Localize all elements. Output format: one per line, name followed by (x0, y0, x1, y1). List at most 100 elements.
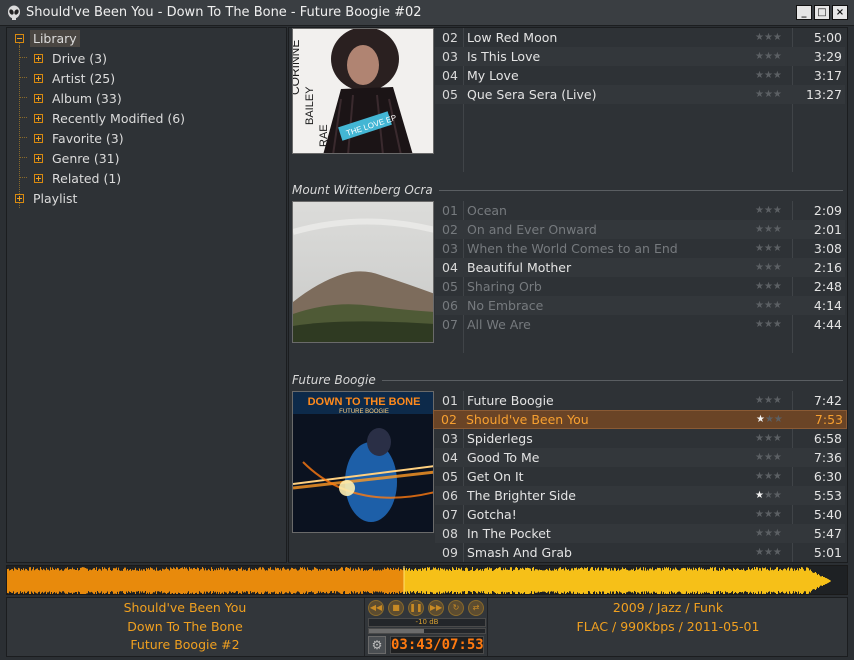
track-title: Future Boogie (467, 393, 554, 408)
rating-stars[interactable]: ★★★ (755, 509, 793, 520)
maximize-button[interactable]: □ (814, 5, 830, 20)
group-title: Mount Wittenberg Ocra (292, 183, 433, 197)
expand-icon[interactable] (34, 53, 43, 63)
tree-node-playlist[interactable]: Playlist (15, 189, 80, 207)
expand-icon[interactable] (34, 113, 43, 123)
cover-text-future-boogie: FUTURE BOOGIE (339, 409, 389, 415)
tree-label-album[interactable]: Album (33) (49, 90, 125, 107)
repeat-icon[interactable]: ↻ (448, 600, 464, 616)
rating-stars[interactable]: ★★★ (755, 224, 793, 235)
track-row[interactable]: 05 Que Sera Sera (Live) ★★★ 13:27 (435, 85, 845, 104)
shuffle-icon[interactable]: ⇄ (468, 600, 484, 616)
album-cover-mount-wittenberg[interactable] (292, 201, 434, 343)
track-number: 05 (442, 469, 458, 484)
tree-label-recently-modified[interactable]: Recently Modified (6) (49, 110, 188, 127)
tree-label-genre[interactable]: Genre (31) (49, 150, 123, 167)
tree-node-favorite[interactable]: Favorite (3) (34, 129, 127, 147)
track-duration: 5:40 (813, 507, 842, 522)
next-icon[interactable]: ▶▶ (428, 600, 444, 616)
expand-icon[interactable] (34, 153, 43, 163)
track-row[interactable]: 04 My Love ★★★ 3:17 (435, 66, 845, 85)
rating-stars[interactable]: ★★★ (755, 205, 793, 216)
volume-slider[interactable]: -10 dB (368, 618, 486, 627)
track-row[interactable]: 05 Get On It ★★★ 6:30 (435, 467, 845, 486)
rating-stars[interactable]: ★★★ (755, 433, 793, 444)
expand-icon[interactable] (34, 133, 43, 143)
seek-slider[interactable] (368, 628, 486, 634)
track-row[interactable]: 05 Sharing Orb ★★★ 2:48 (435, 277, 845, 296)
tree-node-genre[interactable]: Genre (31) (34, 149, 123, 167)
expand-icon[interactable] (34, 173, 43, 183)
album-list-panel[interactable]: CORINNE BAILEY RAE THE LOVE EP 02 Low Re… (288, 27, 848, 563)
rating-stars[interactable]: ★★★ (755, 281, 793, 292)
rating-stars[interactable]: ★★★ (755, 70, 793, 81)
now-playing-artist: Down To The Bone (127, 618, 243, 634)
expand-icon[interactable] (15, 193, 24, 203)
track-number: 05 (442, 279, 458, 294)
expand-icon[interactable] (34, 73, 43, 83)
rating-stars[interactable]: ★★★ (755, 471, 793, 482)
previous-icon[interactable]: ◀◀ (368, 600, 384, 616)
expand-icon[interactable] (34, 93, 43, 103)
pause-icon[interactable]: ❚❚ (408, 600, 424, 616)
collapse-icon[interactable] (15, 33, 24, 43)
waveform-seekbar[interactable] (6, 565, 848, 595)
rating-stars[interactable]: ★★★ (755, 319, 793, 330)
rating-stars[interactable]: ★★★ (755, 89, 793, 100)
close-button[interactable]: × (832, 5, 848, 20)
tree-node-library[interactable]: Library (15, 29, 80, 47)
tree-label-playlist[interactable]: Playlist (30, 190, 80, 207)
track-row[interactable]: 04 Good To Me ★★★ 7:36 (435, 448, 845, 467)
group-header-future-boogie: Future Boogie (292, 371, 843, 389)
tree-label-library[interactable]: Library (30, 29, 80, 47)
rating-stars[interactable]: ★★★ (755, 300, 793, 311)
tree-label-favorite[interactable]: Favorite (3) (49, 130, 127, 147)
rating-stars[interactable]: ★★★ (755, 395, 793, 406)
track-row[interactable]: 07 Gotcha! ★★★ 5:40 (435, 505, 845, 524)
track-row-now-playing[interactable]: 02 Should've Been You ★★★ 7:53 (433, 410, 847, 429)
tree-node-recently-modified[interactable]: Recently Modified (6) (34, 109, 188, 127)
track-number: 05 (442, 87, 458, 102)
track-row[interactable]: 03 When the World Comes to an End ★★★ 3:… (435, 239, 845, 258)
track-title: Gotcha! (467, 507, 517, 522)
track-number: 08 (442, 526, 458, 541)
track-row[interactable]: 02 Low Red Moon ★★★ 5:00 (435, 28, 845, 47)
track-row[interactable]: 01 Ocean ★★★ 2:09 (435, 201, 845, 220)
tree-node-album[interactable]: Album (33) (34, 89, 125, 107)
rating-stars[interactable]: ★★★ (755, 490, 793, 501)
track-row[interactable]: 07 All We Are ★★★ 4:44 (435, 315, 845, 334)
track-row[interactable]: 03 Spiderlegs ★★★ 6:58 (435, 429, 845, 448)
track-number: 04 (442, 260, 458, 275)
track-row[interactable]: 06 No Embrace ★★★ 4:14 (435, 296, 845, 315)
waveform-graphic[interactable] (7, 566, 848, 595)
tree-node-related[interactable]: Related (1) (34, 169, 124, 187)
track-row[interactable]: 06 The Brighter Side ★★★ 5:53 (435, 486, 845, 505)
track-row[interactable]: 09 Smash And Grab ★★★ 5:01 (435, 543, 845, 562)
tree-label-drive[interactable]: Drive (3) (49, 50, 110, 67)
gear-icon[interactable]: ⚙ (368, 636, 386, 654)
stop-icon[interactable]: ■ (388, 600, 404, 616)
rating-stars[interactable]: ★★★ (756, 414, 794, 425)
rating-stars[interactable]: ★★★ (755, 528, 793, 539)
minimize-button[interactable]: _ (796, 5, 812, 20)
rating-stars[interactable]: ★★★ (755, 243, 793, 254)
track-row[interactable]: 08 In The Pocket ★★★ 5:47 (435, 524, 845, 543)
album-cover-corinne[interactable]: CORINNE BAILEY RAE THE LOVE EP (292, 28, 434, 154)
track-row[interactable]: 01 Future Boogie ★★★ 7:42 (435, 391, 845, 410)
tree-node-artist[interactable]: Artist (25) (34, 69, 118, 87)
track-title: The Brighter Side (467, 488, 577, 503)
rating-stars[interactable]: ★★★ (755, 547, 793, 558)
track-row[interactable]: 03 Is This Love ★★★ 3:29 (435, 47, 845, 66)
rating-stars[interactable]: ★★★ (755, 262, 793, 273)
tree-label-related[interactable]: Related (1) (49, 170, 124, 187)
tree-node-drive[interactable]: Drive (3) (34, 49, 110, 67)
track-duration: 3:17 (813, 68, 842, 83)
track-row[interactable]: 02 On and Ever Onward ★★★ 2:01 (435, 220, 845, 239)
rating-stars[interactable]: ★★★ (755, 32, 793, 43)
rating-stars[interactable]: ★★★ (755, 452, 793, 463)
tree-label-artist[interactable]: Artist (25) (49, 70, 118, 87)
track-title: In The Pocket (467, 526, 551, 541)
track-row[interactable]: 04 Beautiful Mother ★★★ 2:16 (435, 258, 845, 277)
rating-stars[interactable]: ★★★ (755, 51, 793, 62)
album-cover-future-boogie[interactable]: DOWN TO THE BONE FUTURE BOOGIE (292, 391, 434, 533)
